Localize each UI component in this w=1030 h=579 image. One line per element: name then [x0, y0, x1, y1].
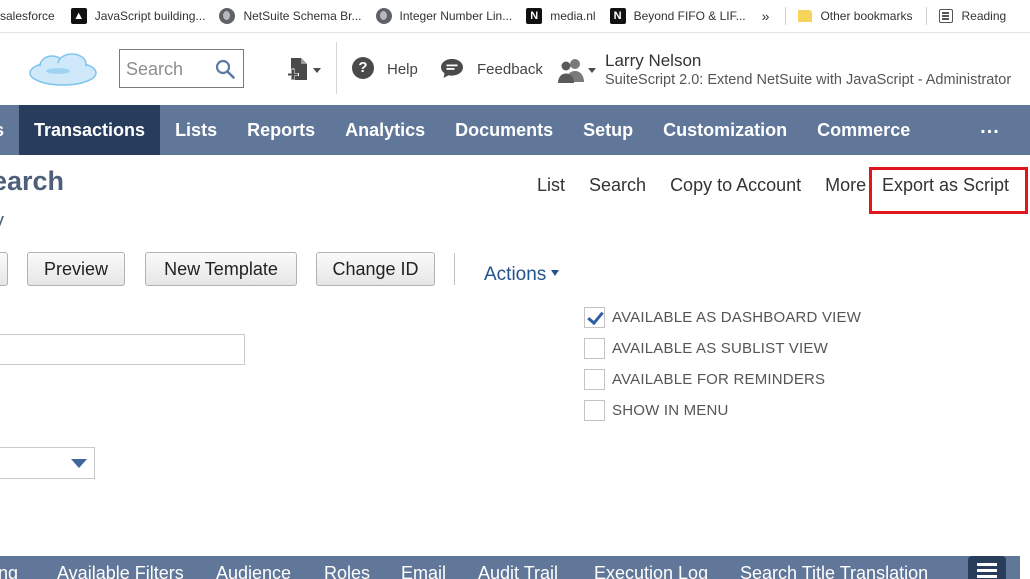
help-icon[interactable]: ? — [352, 57, 374, 79]
actions-menu[interactable]: Actions — [484, 264, 560, 286]
tab-execution-log[interactable]: Execution Log — [594, 563, 708, 579]
bookmark-label: salesforce — [0, 9, 55, 23]
netsuite-icon: N — [526, 8, 543, 24]
tab-partial[interactable]: ing — [0, 563, 18, 579]
search-icon[interactable] — [215, 59, 235, 79]
account-role: SuiteScript 2.0: Extend NetSuite with Ja… — [605, 72, 1012, 88]
nav-item-lists[interactable]: Lists — [160, 105, 232, 155]
checkbox-label: AVAILABLE FOR REMINDERS — [612, 370, 826, 388]
bookmark-salesforce[interactable]: salesforce — [0, 0, 55, 32]
bookmark-javascript-building[interactable]: ▲ JavaScript building... — [70, 0, 206, 32]
nav-item-transactions[interactable]: Transactions — [19, 105, 161, 155]
bookmarks-overflow-button[interactable]: » — [762, 8, 770, 24]
nav-item-documents[interactable]: Documents — [440, 105, 568, 155]
change-id-button[interactable]: Change ID — [316, 252, 435, 286]
preview-button[interactable]: Preview — [27, 252, 125, 286]
tab-available-filters[interactable]: Available Filters — [57, 563, 184, 579]
main-nav: s Transactions Lists Reports Analytics D… — [0, 105, 1030, 155]
new-template-button[interactable]: New Template — [145, 252, 297, 286]
checkbox-label: AVAILABLE AS DASHBOARD VIEW — [612, 308, 862, 326]
user-name[interactable]: Larry Nelson — [605, 51, 701, 71]
other-bookmarks-label: Other bookmarks — [820, 9, 913, 23]
tab-email[interactable]: Email — [401, 563, 446, 579]
bookmarks-divider — [785, 7, 787, 25]
nav-item-analytics[interactable]: Analytics — [330, 105, 440, 155]
search-input[interactable] — [126, 58, 214, 80]
bookmark-label: media.nl — [550, 9, 596, 23]
checkbox-sublist-view[interactable]: AVAILABLE AS SUBLIST VIEW — [584, 337, 828, 359]
search-title-field[interactable] — [0, 334, 245, 365]
create-new-icon[interactable] — [287, 56, 323, 84]
bookmark-label: Beyond FIFO & LIF... — [633, 9, 746, 23]
app-header: ? Help Feedback Larry Nelson SuiteScript… — [0, 34, 1030, 105]
checkbox-dashboard-view[interactable]: AVAILABLE AS DASHBOARD VIEW — [584, 306, 861, 328]
tab-roles[interactable]: Roles — [324, 563, 370, 579]
list-link[interactable]: List — [537, 175, 565, 196]
nav-item-partial[interactable]: s — [0, 105, 19, 155]
feedback-icon[interactable] — [440, 57, 464, 79]
checkbox-reminders[interactable]: AVAILABLE FOR REMINDERS — [584, 368, 825, 390]
app-icon: ▲ — [70, 8, 87, 24]
global-search — [119, 49, 244, 88]
bookmark-media-nl[interactable]: N media.nl — [526, 0, 596, 32]
tab-audience[interactable]: Audience — [216, 563, 291, 579]
reading-list-icon — [939, 9, 954, 23]
bookmark-beyond-fifo[interactable]: N Beyond FIFO & LIF... — [609, 0, 746, 32]
checkbox-label: AVAILABLE AS SUBLIST VIEW — [612, 339, 828, 357]
help-link[interactable]: Help — [387, 61, 418, 78]
header-divider — [336, 42, 337, 94]
nav-item-setup[interactable]: Setup — [568, 105, 648, 155]
bookmarks-divider — [926, 7, 928, 25]
actions-label: Actions — [484, 264, 547, 285]
netsuite-icon: N — [609, 8, 626, 24]
more-link[interactable]: More — [825, 175, 866, 196]
toolbar-divider — [454, 253, 455, 285]
other-bookmarks[interactable]: Other bookmarks — [798, 0, 913, 32]
bookmark-label: Integer Number Lin... — [399, 9, 513, 23]
tab-audit-trail[interactable]: Audit Trail — [478, 563, 558, 579]
feedback-link[interactable]: Feedback — [477, 61, 543, 78]
nav-item-customization[interactable]: Customization — [648, 105, 802, 155]
checkbox[interactable] — [584, 306, 605, 328]
tab-search-title-translation[interactable]: Search Title Translation — [740, 563, 928, 579]
checkbox-label: SHOW IN MENU — [612, 401, 729, 419]
globe-icon — [375, 8, 392, 24]
company-logo[interactable] — [28, 52, 98, 88]
page-links: List Search Copy to Account More — [537, 175, 866, 196]
highlight-annotation — [869, 167, 1028, 214]
subtab-bar: ing Available Filters Audience Roles Ema… — [0, 556, 1020, 579]
reading-list[interactable]: Reading — [939, 0, 1007, 32]
bookmark-netsuite-schema[interactable]: NetSuite Schema Br... — [219, 0, 362, 32]
checkbox-show-in-menu[interactable]: SHOW IN MENU — [584, 399, 729, 421]
folder-icon — [798, 10, 813, 22]
user-roles-icon[interactable] — [556, 56, 598, 84]
nav-item-reports[interactable]: Reports — [232, 105, 330, 155]
subtab-menu-icon[interactable] — [968, 556, 1006, 579]
chevron-down-icon — [71, 459, 87, 468]
bookmark-label: NetSuite Schema Br... — [243, 9, 362, 23]
checkbox[interactable] — [584, 337, 605, 359]
caret-down-icon — [551, 269, 560, 276]
checkbox[interactable] — [584, 368, 605, 390]
page-title: earch — [0, 166, 65, 196]
globe-icon — [219, 8, 236, 24]
search-link[interactable]: Search — [589, 175, 646, 196]
nav-item-commerce[interactable]: Commerce — [802, 105, 925, 155]
reading-list-label: Reading — [961, 9, 1007, 23]
copy-to-account-link[interactable]: Copy to Account — [670, 175, 801, 196]
bookmark-label: JavaScript building... — [94, 9, 206, 23]
checkbox[interactable] — [584, 399, 605, 421]
search-select-field[interactable] — [0, 447, 95, 479]
partial-button[interactable] — [0, 252, 8, 286]
page-subtitle: y — [0, 210, 4, 233]
bookmark-integer-number[interactable]: Integer Number Lin... — [375, 0, 513, 32]
nav-more-button[interactable]: ... — [950, 105, 1030, 155]
bookmarks-bar: salesforce ▲ JavaScript building... NetS… — [0, 0, 1030, 33]
